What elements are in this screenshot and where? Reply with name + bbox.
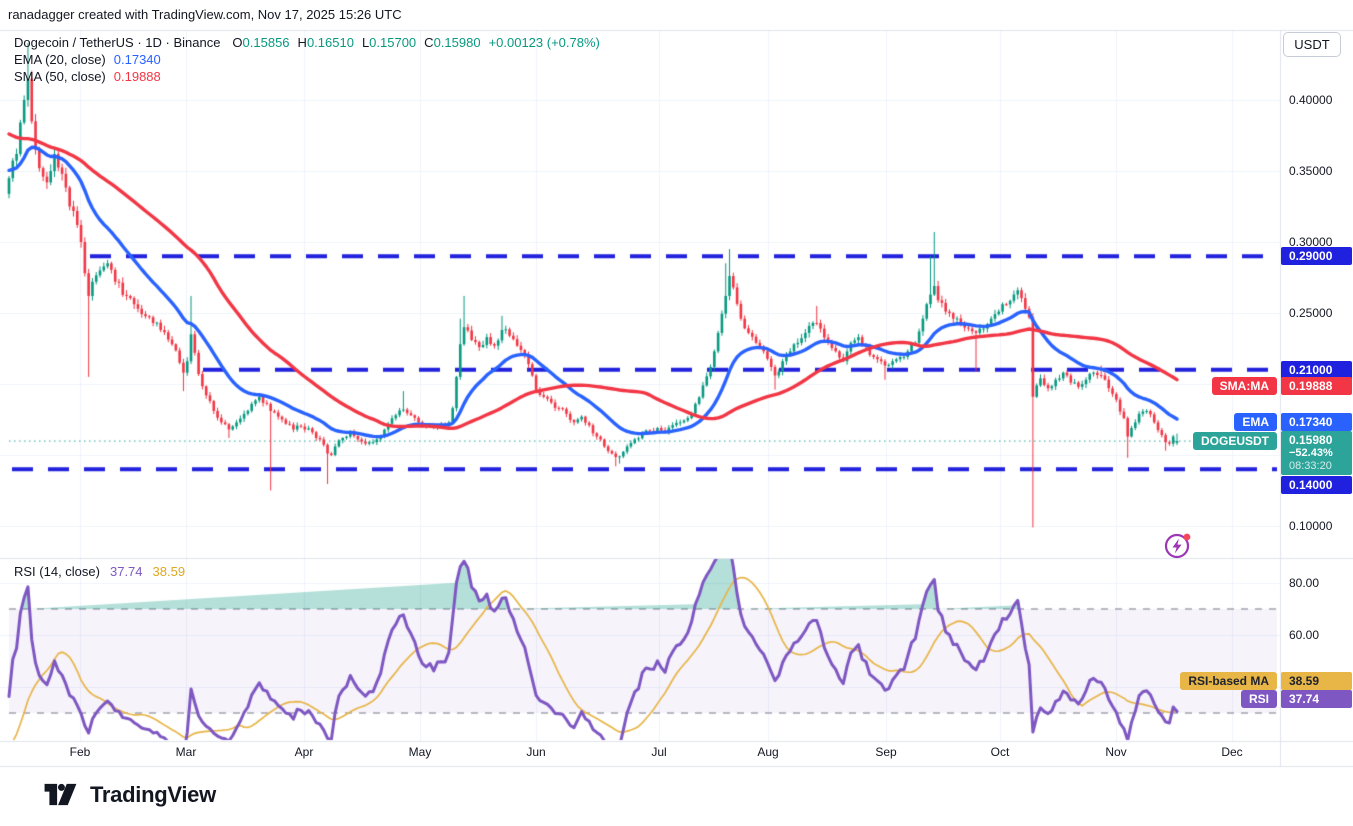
ema-axis-value: 0.17340 (1281, 413, 1352, 431)
attribution-text: ranadagger created with TradingView.com,… (8, 7, 402, 22)
ohlc-high: H0.16510 (298, 35, 354, 50)
price-axis-tick: 0.40000 (1280, 92, 1353, 108)
time-axis-month[interactable]: Oct (991, 745, 1010, 759)
ema-label: EMA (20, close) (14, 52, 106, 67)
time-axis-month[interactable]: Jun (526, 745, 545, 759)
ohlc-change: +0.00123 (+0.78%) (489, 35, 600, 50)
ohlc-open: O0.15856 (232, 35, 289, 50)
time-axis-month[interactable]: May (409, 745, 432, 759)
rsi-ma-axis-value: 38.59 (1281, 672, 1352, 690)
sma-value: 0.19888 (114, 69, 161, 84)
sma-axis-value: 0.19888 (1281, 377, 1352, 395)
time-axis-month[interactable]: Jul (651, 745, 666, 759)
ohlc-close: C0.15980 (424, 35, 480, 50)
chart-legend: Dogecoin / TetherUS · 1D · Binance O0.15… (14, 34, 600, 85)
price-axis-tick: 0.10000 (1280, 518, 1353, 534)
sma-legend-row[interactable]: SMA (50, close) 0.19888 (14, 68, 600, 85)
symbol-name-tag: DOGEUSDT (1193, 432, 1277, 450)
rsi-ma-value: 38.59 (153, 564, 186, 579)
symbol-price-label: 0.15980−52.43%08:33:20 (1281, 431, 1352, 475)
time-axis-month[interactable]: Mar (176, 745, 197, 759)
boost-flash-icon[interactable] (1162, 528, 1196, 562)
tradingview-logo-text: TradingView (90, 782, 216, 808)
ema-value: 0.17340 (114, 52, 161, 67)
tradingview-logo-mark (38, 781, 82, 808)
time-axis-month[interactable]: Aug (757, 745, 778, 759)
level-price-label: 0.29000 (1281, 247, 1352, 265)
rsi-label: RSI (14, close) (14, 564, 100, 579)
price-chart-canvas[interactable] (0, 0, 1353, 826)
rsi-legend-row[interactable]: RSI (14, close) 37.74 38.59 (14, 564, 185, 579)
ema-name-tag: EMA (1234, 413, 1277, 431)
time-axis-month[interactable]: Feb (70, 745, 91, 759)
symbol-legend-row[interactable]: Dogecoin / TetherUS · 1D · Binance O0.15… (14, 34, 600, 51)
sma-label: SMA (50, close) (14, 69, 106, 84)
rsi-ma-name-tag: RSI-based MA (1180, 672, 1277, 690)
time-axis-month[interactable]: Sep (875, 745, 896, 759)
price-axis-tick: 0.35000 (1280, 163, 1353, 179)
sma-name-tag: SMA:MA (1212, 377, 1277, 395)
candle-countdown: 08:33:20 (1289, 460, 1352, 473)
ohlc-low: L0.15700 (362, 35, 416, 50)
rsi-name-tag: RSI (1241, 690, 1277, 708)
rsi-value: 37.74 (110, 564, 143, 579)
tradingview-chart-window: ranadagger created with TradingView.com,… (0, 0, 1353, 826)
ema-legend-row[interactable]: EMA (20, close) 0.17340 (14, 51, 600, 68)
symbol-change-percent: −52.43% (1289, 447, 1352, 460)
symbol-title: Dogecoin / TetherUS · 1D · Binance (14, 35, 220, 50)
rsi-axis-tick: 80.00 (1280, 575, 1353, 591)
rsi-axis-value: 37.74 (1281, 690, 1352, 708)
symbol-last-price: 0.15980 (1289, 433, 1352, 447)
price-axis-tick: 0.25000 (1280, 305, 1353, 321)
currency-unit-button[interactable]: USDT (1283, 32, 1341, 57)
level-price-label: 0.14000 (1281, 476, 1352, 494)
time-axis-month[interactable]: Apr (295, 745, 314, 759)
time-axis-month[interactable]: Dec (1221, 745, 1242, 759)
rsi-axis-tick: 60.00 (1280, 627, 1353, 643)
time-axis-month[interactable]: Nov (1105, 745, 1126, 759)
tradingview-logo[interactable]: TradingView (38, 781, 216, 808)
